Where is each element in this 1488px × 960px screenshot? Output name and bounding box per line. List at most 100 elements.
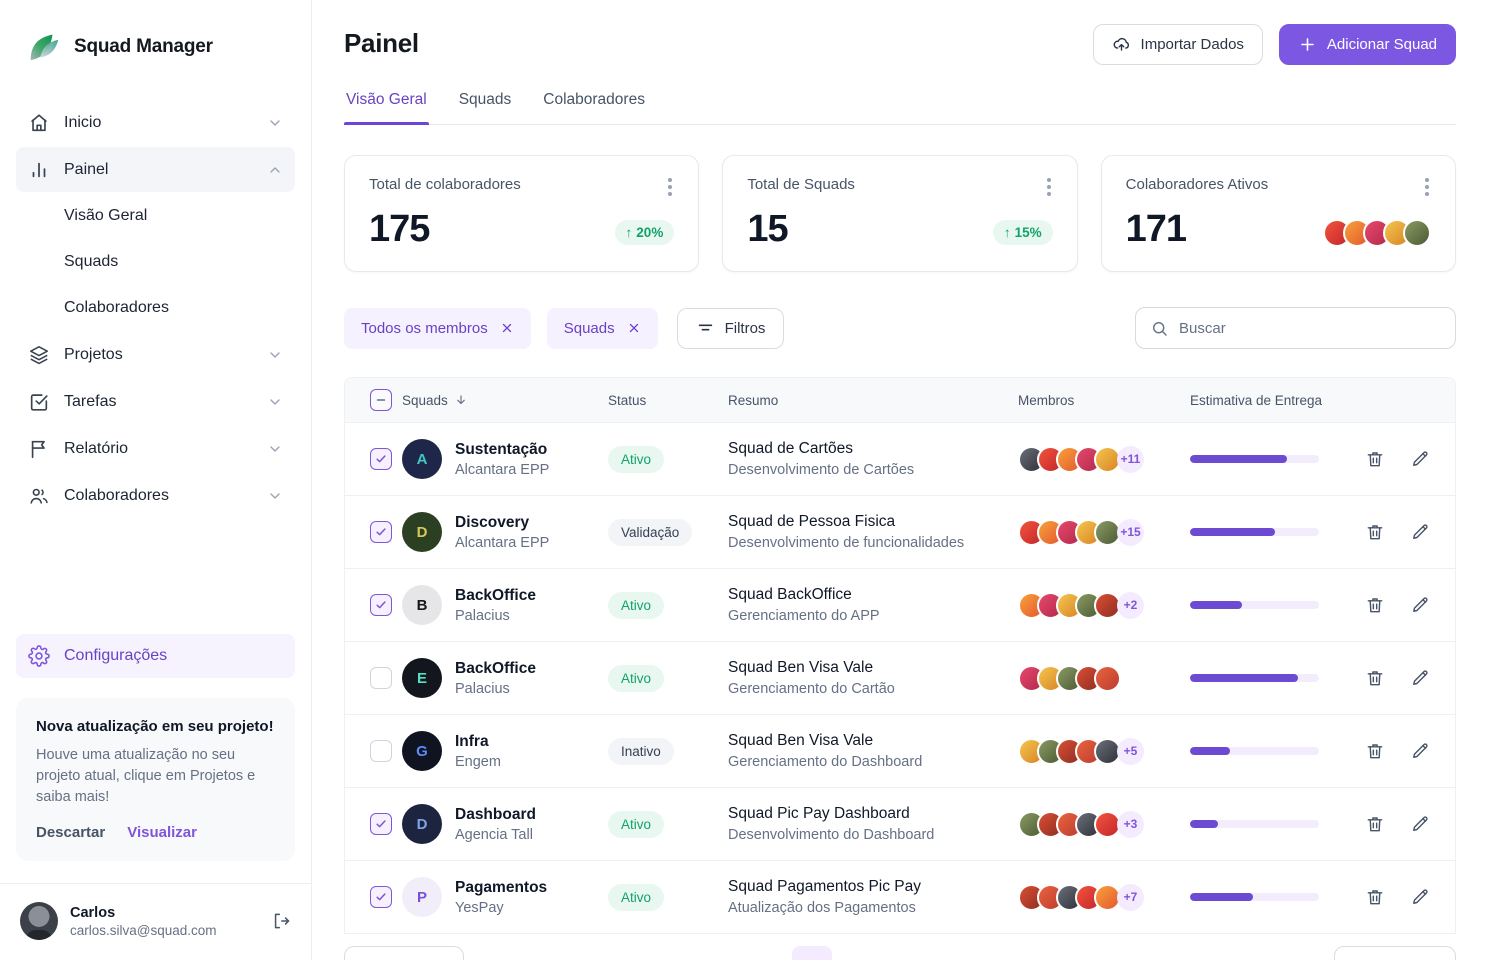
filter-chip-todos-os-membros[interactable]: Todos os membros — [344, 308, 531, 349]
squad-company: Engem — [455, 754, 501, 770]
page-ellipsis: ... — [924, 946, 964, 960]
delete-icon[interactable] — [1365, 595, 1385, 615]
previous-page-button[interactable]: Anterior — [344, 946, 464, 960]
row-checkbox[interactable] — [370, 667, 392, 689]
tasks-icon — [28, 391, 50, 413]
logout-icon[interactable] — [271, 911, 291, 931]
tab-bar: Visão Geral Squads Colaboradores — [344, 91, 1456, 125]
edit-icon[interactable] — [1410, 595, 1430, 615]
stat-card-total-de-colaboradores: Total de colaboradores175↑20% — [344, 155, 699, 272]
sidebar-item-colaboradores[interactable]: Colaboradores — [16, 473, 295, 518]
select-all-checkbox[interactable] — [370, 389, 392, 411]
filter-chips: Todos os membros Squads — [344, 308, 658, 349]
close-icon[interactable] — [627, 321, 641, 335]
delivery-progress-bar — [1190, 747, 1319, 755]
summary-title: Squad de Cartões — [728, 440, 1018, 458]
sidebar-item-relatorio[interactable]: Relatório — [16, 426, 295, 471]
search-input[interactable] — [1179, 320, 1441, 337]
column-header-squads[interactable]: Squads — [402, 393, 608, 408]
delete-icon[interactable] — [1365, 522, 1385, 542]
squad-logo: P — [402, 877, 442, 917]
home-icon — [28, 112, 50, 134]
user-name: Carlos — [70, 905, 259, 921]
sidebar-subitem-colaboradores[interactable]: Colaboradores — [16, 286, 295, 330]
sidebar-subitem-visao-geral[interactable]: Visão Geral — [16, 194, 295, 238]
sidebar-item-projetos[interactable]: Projetos — [16, 332, 295, 377]
edit-icon[interactable] — [1410, 814, 1430, 834]
squad-name: Pagamentos — [455, 879, 547, 897]
kebab-menu-icon[interactable] — [666, 176, 674, 198]
summary-subtitle: Gerenciamento do APP — [728, 608, 1018, 624]
column-header-status: Status — [608, 393, 728, 408]
delivery-progress-bar — [1190, 455, 1319, 463]
delete-icon[interactable] — [1365, 668, 1385, 688]
members-avatars: +15 — [1018, 519, 1190, 546]
row-checkbox[interactable] — [370, 448, 392, 470]
page-button-1[interactable]: 1 — [792, 946, 832, 960]
squad-name: Discovery — [455, 514, 549, 532]
flag-icon — [28, 438, 50, 460]
page-button-2[interactable]: 2 — [836, 946, 876, 960]
members-avatars: +3 — [1018, 811, 1190, 838]
table-body: ASustentaçãoAlcantara EPPAtivoSquad de C… — [345, 422, 1455, 933]
row-checkbox[interactable] — [370, 594, 392, 616]
sidebar: Squad Manager InicioPainelVisão GeralSqu… — [0, 0, 312, 960]
import-data-button[interactable]: Importar Dados — [1093, 24, 1263, 65]
members-avatars: +7 — [1018, 884, 1190, 911]
filters-button[interactable]: Filtros — [677, 308, 785, 349]
stat-value: 175 — [369, 208, 429, 251]
delivery-progress-bar — [1190, 528, 1319, 536]
add-squad-button[interactable]: Adicionar Squad — [1279, 24, 1456, 65]
page-button-3[interactable]: 3 — [880, 946, 920, 960]
row-checkbox[interactable] — [370, 740, 392, 762]
delete-icon[interactable] — [1365, 887, 1385, 907]
summary-subtitle: Desenvolvimento de funcionalidades — [728, 535, 1018, 551]
next-page-button[interactable]: Próximo — [1334, 946, 1456, 960]
sidebar-subitem-squads[interactable]: Squads — [16, 240, 295, 284]
search-box — [1135, 307, 1456, 349]
edit-icon[interactable] — [1410, 887, 1430, 907]
edit-icon[interactable] — [1410, 668, 1430, 688]
search-icon — [1150, 319, 1169, 338]
page-button-6[interactable]: 6 — [968, 946, 1008, 960]
stat-card-colaboradores-ativos: Colaboradores Ativos171 — [1101, 155, 1456, 272]
edit-icon[interactable] — [1410, 449, 1430, 469]
edit-icon[interactable] — [1410, 522, 1430, 542]
close-icon[interactable] — [500, 321, 514, 335]
table-row: DDiscoveryAlcantara EPPValidaçãoSquad de… — [345, 495, 1455, 568]
table-row: GInfraEngemInativoSquad Ben Visa ValeGer… — [345, 714, 1455, 787]
members-avatars — [1018, 665, 1190, 692]
kebab-menu-icon[interactable] — [1423, 176, 1431, 198]
view-link[interactable]: Visualizar — [127, 824, 197, 841]
chevron-down-icon — [267, 394, 283, 410]
avatar — [1094, 665, 1121, 692]
tab-squads[interactable]: Squads — [457, 91, 514, 124]
sidebar-item-settings[interactable]: Configurações — [16, 634, 295, 678]
sidebar-item-tarefas[interactable]: Tarefas — [16, 379, 295, 424]
chevron-down-icon — [267, 441, 283, 457]
squad-name: BackOffice — [455, 587, 536, 605]
tab-colaboradores[interactable]: Colaboradores — [541, 91, 647, 124]
status-badge: Inativo — [608, 738, 674, 765]
delivery-progress-bar — [1190, 893, 1319, 901]
dismiss-link[interactable]: Descartar — [36, 824, 105, 841]
delete-icon[interactable] — [1365, 741, 1385, 761]
kebab-menu-icon[interactable] — [1045, 176, 1053, 198]
summary-subtitle: Desenvolvimento de Cartões — [728, 462, 1018, 478]
edit-icon[interactable] — [1410, 741, 1430, 761]
summary-subtitle: Gerenciamento do Cartão — [728, 681, 1018, 697]
squad-company: Palacius — [455, 608, 536, 624]
table-row: PPagamentosYesPayAtivoSquad Pagamentos P… — [345, 860, 1455, 933]
filter-chip-squads[interactable]: Squads — [547, 308, 658, 349]
delete-icon[interactable] — [1365, 814, 1385, 834]
row-checkbox[interactable] — [370, 813, 392, 835]
row-checkbox[interactable] — [370, 886, 392, 908]
stat-value: 15 — [747, 208, 787, 251]
sidebar-item-painel[interactable]: Painel — [16, 147, 295, 192]
row-checkbox[interactable] — [370, 521, 392, 543]
active-members-avatars — [1323, 219, 1431, 247]
extra-members-badge: +11 — [1117, 446, 1144, 473]
delete-icon[interactable] — [1365, 449, 1385, 469]
tab-visao-geral[interactable]: Visão Geral — [344, 91, 429, 124]
sidebar-item-inicio[interactable]: Inicio — [16, 100, 295, 145]
